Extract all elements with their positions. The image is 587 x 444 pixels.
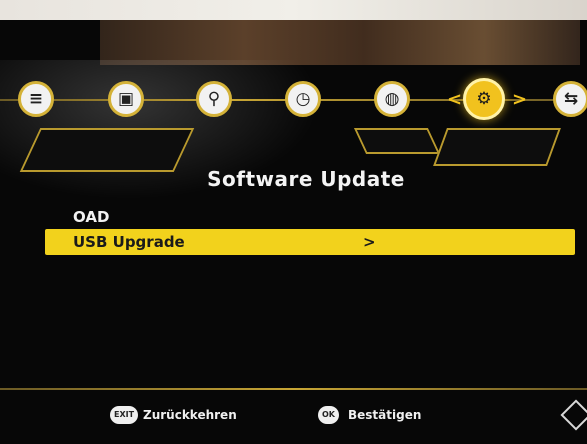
footer-hints: EXIT Zurückkehren OK Bestätigen: [0, 400, 587, 436]
nav-left-arrow[interactable]: <: [447, 89, 462, 110]
back-hint: Zurückkehren: [143, 408, 237, 422]
background-image: [100, 20, 580, 65]
clock-icon[interactable]: ◷: [285, 81, 321, 117]
main-menu-bar: ≡ ▣ ⚲ ◷ ◍ < ⚙ > ⇆: [0, 75, 587, 125]
decorative-frame: [19, 128, 195, 172]
menu-item-usb-upgrade[interactable]: USB Upgrade >: [45, 229, 575, 255]
room-wall: [0, 0, 587, 20]
ok-key-icon: OK: [318, 406, 339, 424]
menu-item-label: USB Upgrade: [73, 233, 185, 251]
decorative-frame: [353, 128, 441, 154]
chevron-right-icon: >: [363, 233, 376, 251]
picture-icon[interactable]: ▣: [108, 81, 144, 117]
menu-item-label: OAD: [73, 208, 110, 226]
nav-right-arrow[interactable]: >: [512, 89, 527, 110]
gear-icon[interactable]: ⚙: [463, 78, 505, 120]
confirm-hint: Bestätigen: [348, 408, 422, 422]
usb-icon[interactable]: ⇆: [553, 81, 587, 117]
search-icon[interactable]: ⚲: [196, 81, 232, 117]
exit-key-icon: EXIT: [110, 406, 139, 424]
menu-item-oad[interactable]: OAD: [45, 204, 575, 230]
page-title: Software Update: [207, 167, 405, 191]
globe-icon[interactable]: ◍: [374, 81, 410, 117]
footer-divider: [0, 388, 587, 390]
decorative-frame: [433, 128, 561, 166]
info-icon[interactable]: ≡: [18, 81, 54, 117]
